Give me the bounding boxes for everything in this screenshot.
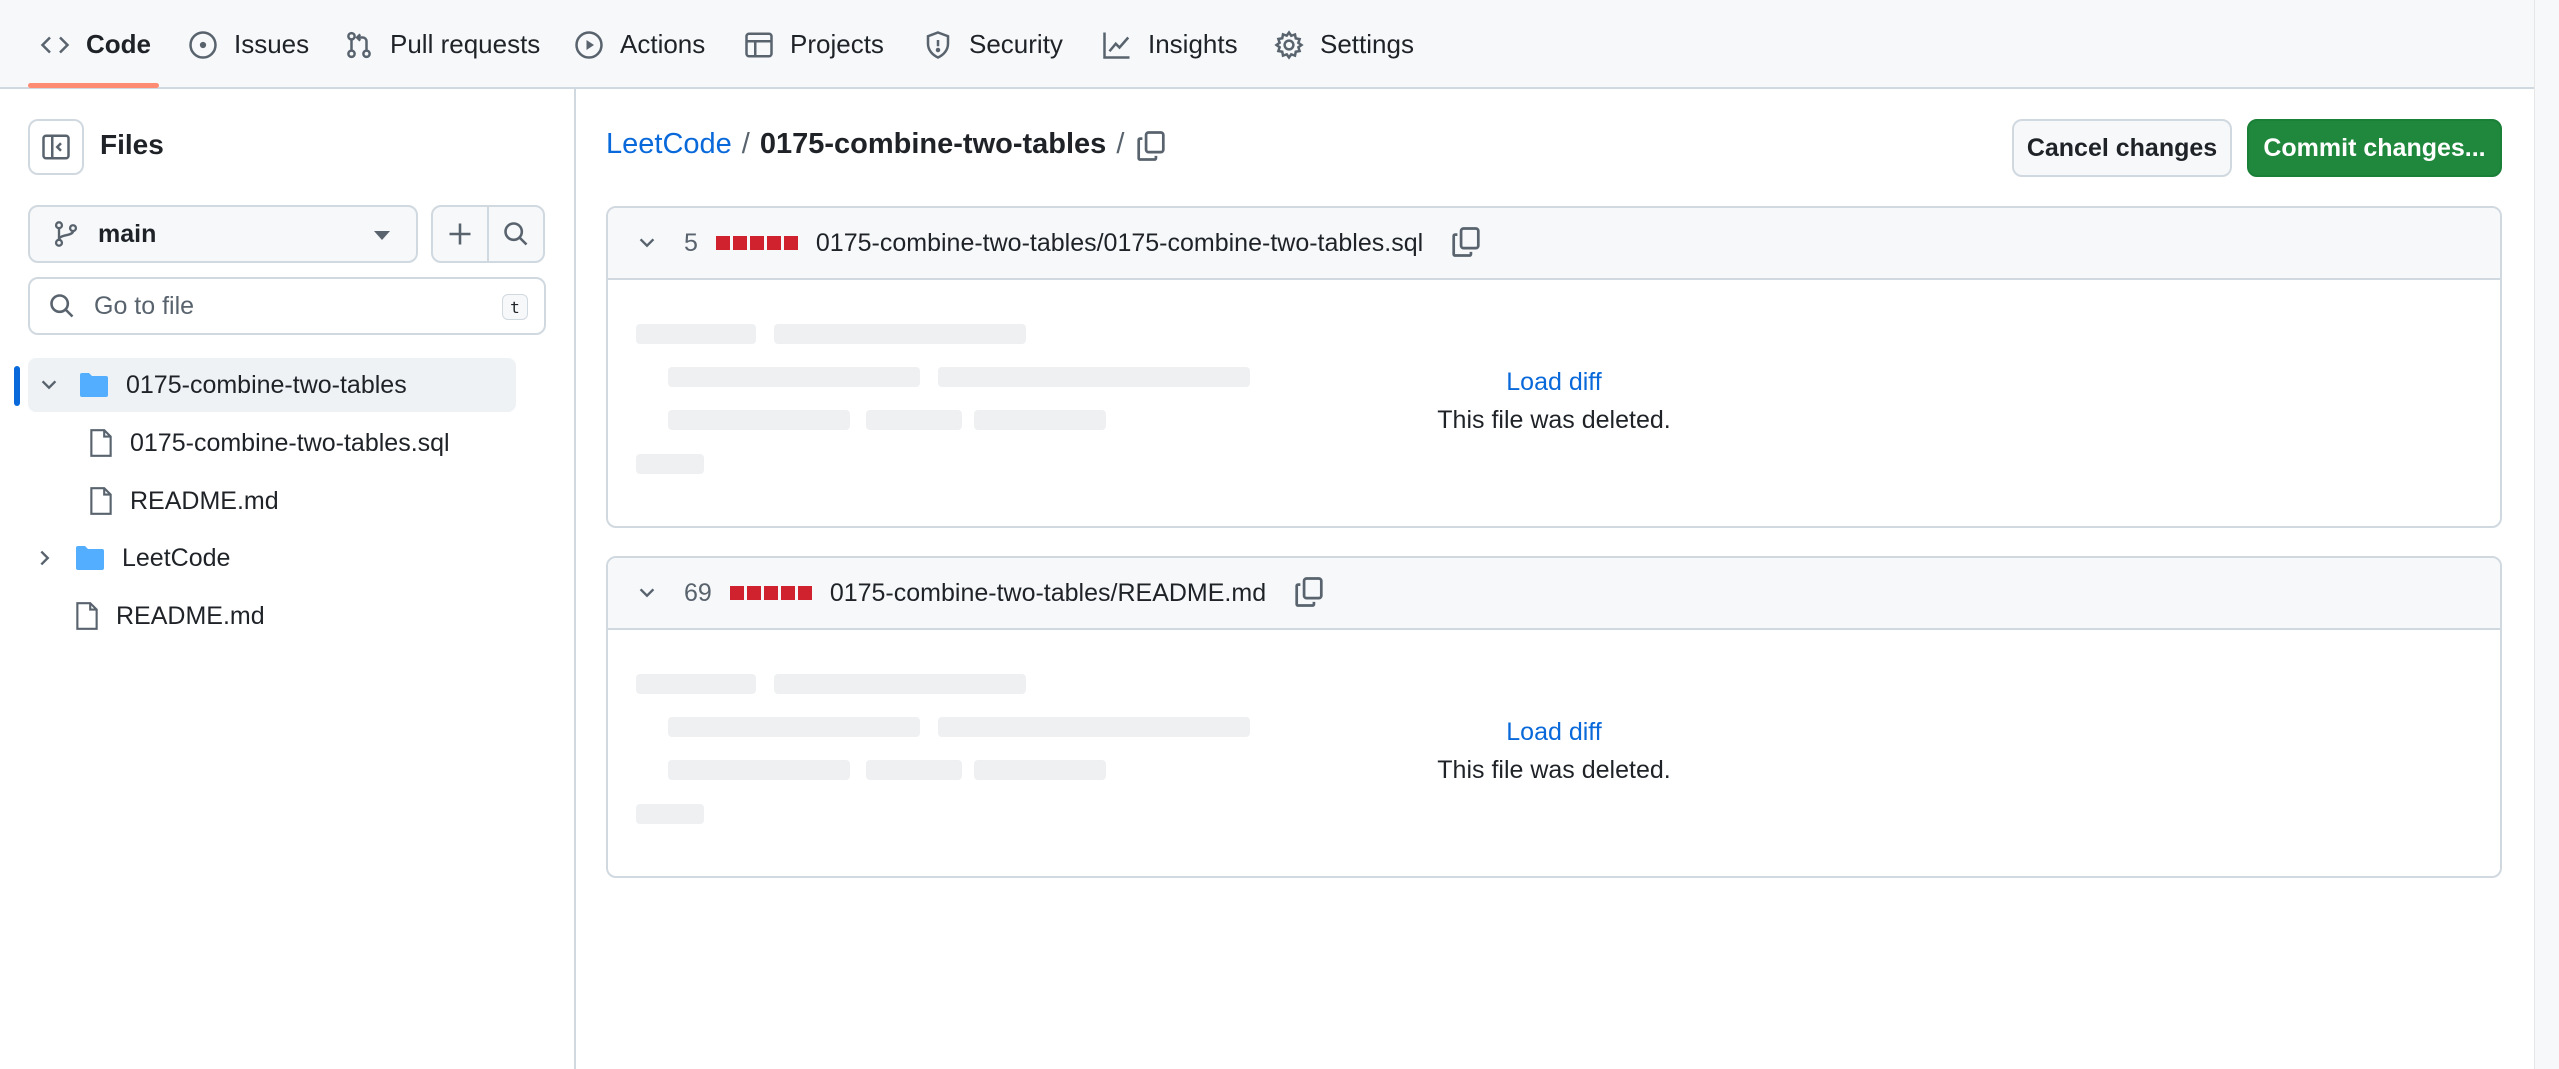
commit-changes-button[interactable]: Commit changes...: [2247, 119, 2502, 177]
gear-icon: [1274, 29, 1304, 60]
copy-icon: [1452, 227, 1480, 257]
go-to-file-input[interactable]: Go to file t: [28, 277, 546, 335]
diff-line-count: 5: [684, 228, 698, 257]
copy-path-button[interactable]: [1136, 130, 1170, 164]
chevron-right-icon: [40, 550, 50, 566]
skeleton-line: [774, 674, 1026, 694]
diff-file-card: 5 0175-combine-two-tables/0175-combine-t…: [606, 206, 2502, 528]
issue-opened-icon: [189, 30, 217, 59]
git-pull-request-icon: [347, 31, 371, 58]
skeleton-line: [636, 674, 756, 694]
breadcrumb-current: 0175-combine-two-tables: [759, 128, 1107, 160]
code-icon: [40, 36, 70, 53]
sidebar-title: Files: [100, 129, 164, 160]
tab-security[interactable]: Security: [911, 0, 1075, 89]
keyboard-shortcut-hint: t: [502, 294, 528, 320]
diffstat-blocks: [715, 236, 798, 250]
caret-down-icon: [374, 231, 390, 240]
diff-file-path: 0175-combine-two-tables/0175-combine-two…: [815, 228, 1424, 257]
diff-file-header: 5 0175-combine-two-tables/0175-combine-t…: [608, 208, 2500, 280]
skeleton-line: [774, 324, 1026, 344]
cancel-changes-button[interactable]: Cancel changes: [2012, 119, 2232, 177]
shield-icon: [926, 30, 950, 59]
tree-item-label: README.md: [116, 601, 265, 630]
tab-actions[interactable]: Actions: [562, 0, 717, 89]
branch-name: main: [98, 219, 157, 248]
folder-open-icon: [80, 373, 108, 397]
load-diff-link[interactable]: Load diff: [608, 718, 2500, 747]
chevron-down-icon[interactable]: [636, 232, 658, 254]
tree-item-label: LeetCode: [122, 543, 231, 572]
branch-selector[interactable]: main: [28, 205, 418, 263]
load-diff-link[interactable]: Load diff: [608, 368, 2500, 397]
search-icon: [504, 222, 528, 246]
tree-item-label: README.md: [130, 486, 279, 515]
tree-item-file-readme[interactable]: README.md: [88, 474, 518, 528]
repo-nav: Code Issues Pull requests Actions Projec…: [0, 0, 2534, 89]
tab-insights[interactable]: Insights: [1090, 0, 1250, 89]
diff-body: Load diff This file was deleted.: [608, 630, 2500, 876]
graph-icon: [1103, 32, 1130, 59]
play-icon: [575, 30, 603, 59]
file-icon: [90, 487, 112, 515]
copy-icon: [1295, 577, 1323, 607]
tree-item-label: 0175-combine-two-tables: [126, 370, 407, 399]
diff-file-card: 69 0175-combine-two-tables/README.md Loa…: [606, 556, 2502, 878]
file-deleted-message: This file was deleted.: [1437, 406, 1671, 434]
breadcrumb-root-link[interactable]: LeetCode: [606, 128, 732, 161]
add-file-button[interactable]: [431, 205, 489, 263]
chevron-down-icon: [41, 380, 57, 390]
git-branch-icon: [54, 221, 78, 247]
tab-projects[interactable]: Projects: [732, 0, 896, 89]
skeleton-line: [636, 324, 756, 344]
plus-icon: [449, 223, 471, 245]
file-icon: [76, 602, 98, 630]
active-tab-indicator: [28, 83, 159, 88]
selected-item-indicator: [14, 366, 20, 406]
breadcrumb-separator: /: [741, 128, 750, 160]
diff-file-header: 69 0175-combine-two-tables/README.md: [608, 558, 2500, 630]
copy-file-path-button[interactable]: [1294, 576, 1328, 610]
tab-code[interactable]: Code: [28, 0, 163, 89]
file-icon: [90, 429, 112, 457]
folder-icon: [76, 546, 104, 570]
tab-issues[interactable]: Issues: [176, 0, 321, 89]
tree-item-folder-0175[interactable]: 0175-combine-two-tables: [28, 358, 516, 412]
diffstat-blocks: [729, 586, 812, 600]
page-scrollbar[interactable]: [2534, 0, 2559, 1069]
chevron-down-icon[interactable]: [636, 582, 658, 604]
tree-item-folder-leetcode[interactable]: LeetCode: [34, 531, 514, 585]
sidebar-collapse-icon: [42, 134, 70, 160]
skeleton-line: [636, 804, 704, 824]
skeleton-line: [636, 454, 704, 474]
copy-file-path-button[interactable]: [1451, 226, 1485, 260]
tab-settings[interactable]: Settings: [1262, 0, 1426, 89]
diff-file-path: 0175-combine-two-tables/README.md: [829, 578, 1267, 607]
copy-icon: [1137, 131, 1165, 161]
diff-body: Load diff This file was deleted.: [608, 280, 2500, 526]
search-icon: [50, 294, 74, 318]
tab-pull-requests[interactable]: Pull requests: [332, 0, 552, 89]
tree-item-label: 0175-combine-two-tables.sql: [130, 428, 450, 457]
table-icon: [745, 32, 773, 57]
file-deleted-message: This file was deleted.: [1437, 756, 1671, 784]
tree-item-file-sql[interactable]: 0175-combine-two-tables.sql: [88, 416, 518, 470]
breadcrumb: LeetCode / 0175-combine-two-tables /: [606, 128, 1124, 161]
search-code-button[interactable]: [487, 205, 545, 263]
breadcrumb-separator: /: [1116, 128, 1125, 160]
go-to-file-placeholder: Go to file: [94, 291, 195, 320]
diff-line-count: 69: [684, 578, 712, 607]
tree-item-file-root-readme[interactable]: README.md: [74, 589, 514, 643]
collapse-sidebar-button[interactable]: [28, 119, 84, 175]
